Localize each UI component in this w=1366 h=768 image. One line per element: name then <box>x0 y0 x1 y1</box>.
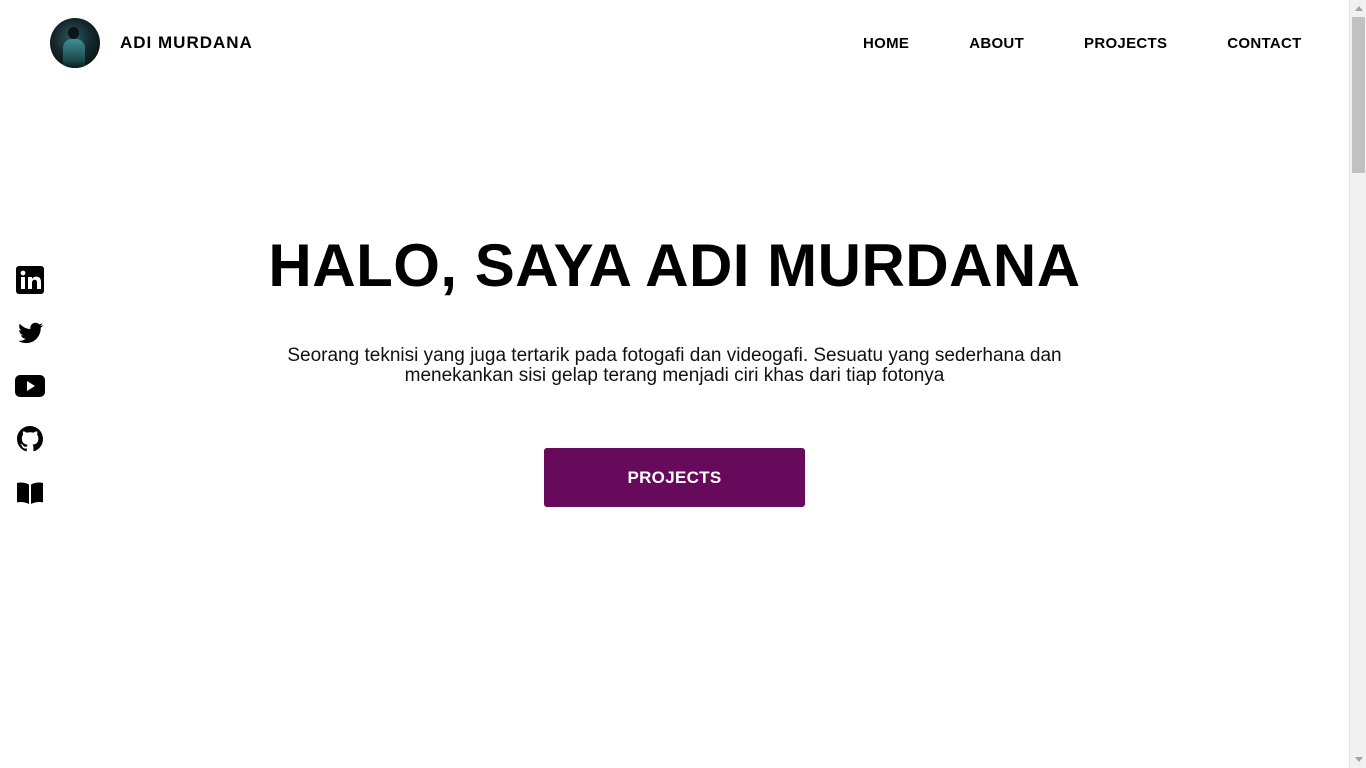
social-links <box>15 265 46 530</box>
scroll-thumb[interactable] <box>1352 17 1365 173</box>
twitter-icon[interactable] <box>15 318 45 348</box>
brand-name[interactable]: ADI MURDANA <box>120 33 253 53</box>
hero-title: HALO, SAYA ADI MURDANA <box>268 232 1081 299</box>
page: ADI MURDANA HOME ABOUT PROJECTS CONTACT <box>0 0 1366 768</box>
nav-home[interactable]: HOME <box>863 35 909 53</box>
nav-projects[interactable]: PROJECTS <box>1084 35 1167 53</box>
nav-about[interactable]: ABOUT <box>969 35 1024 53</box>
projects-button[interactable]: PROJECTS <box>544 448 805 507</box>
vertical-scrollbar[interactable] <box>1349 0 1366 768</box>
brand[interactable]: ADI MURDANA <box>50 18 253 68</box>
main-nav: HOME ABOUT PROJECTS CONTACT <box>863 35 1302 53</box>
scroll-up-arrow-icon[interactable] <box>1350 0 1366 17</box>
nav-contact[interactable]: CONTACT <box>1227 35 1301 53</box>
github-icon[interactable] <box>15 424 45 454</box>
scroll-down-arrow-icon[interactable] <box>1350 751 1366 768</box>
book-icon[interactable] <box>15 477 45 507</box>
avatar[interactable] <box>50 18 100 68</box>
hero-description: Seorang teknisi yang juga tertarik pada … <box>287 345 1062 386</box>
youtube-icon[interactable] <box>15 371 45 401</box>
